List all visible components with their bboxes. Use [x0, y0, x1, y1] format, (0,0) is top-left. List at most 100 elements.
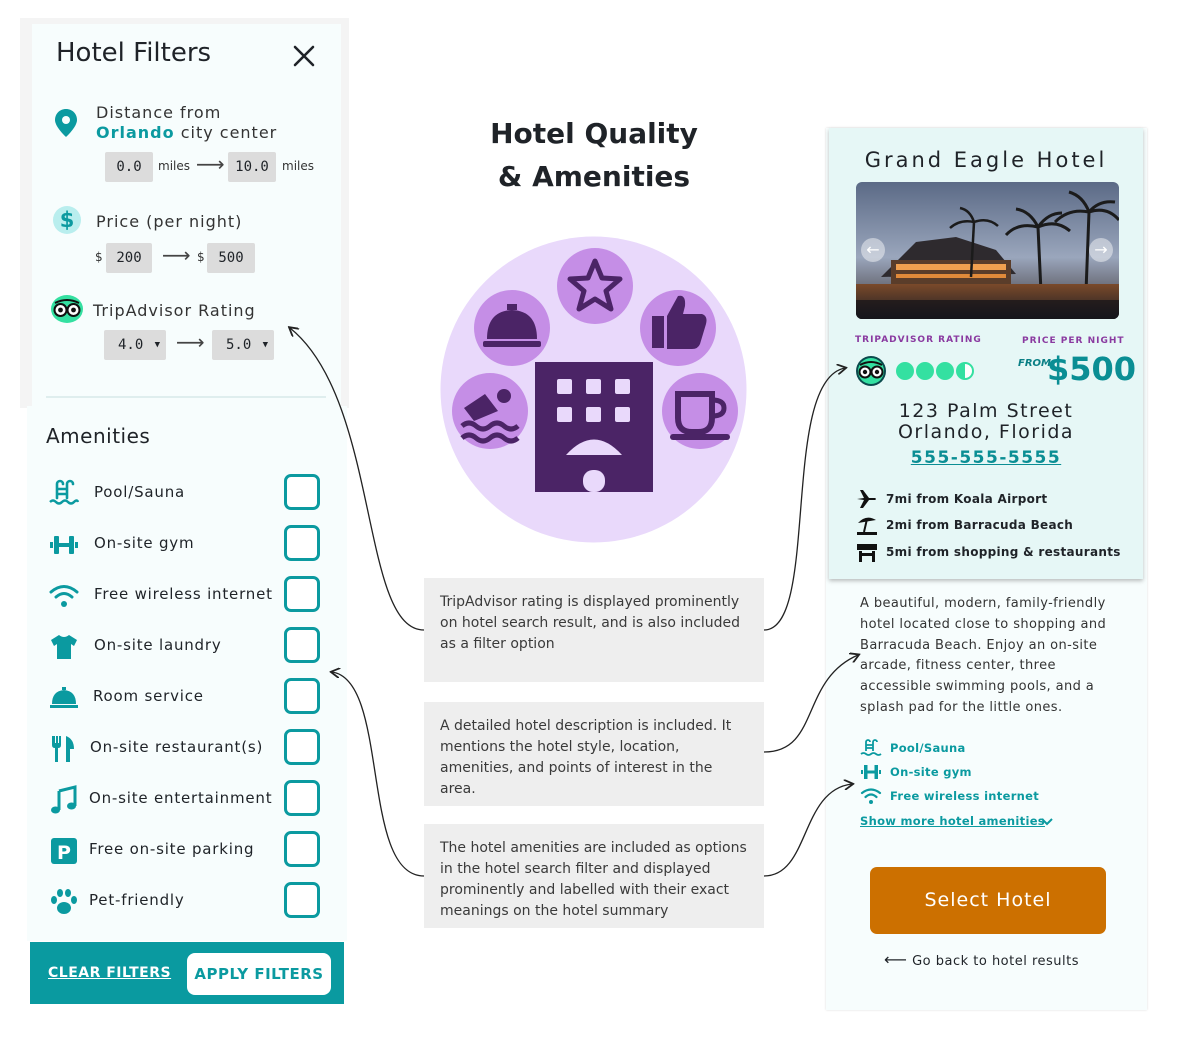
amenity-row-laundry[interactable]: On-site laundry: [48, 627, 326, 667]
pool-icon: [860, 739, 882, 756]
poi-row: 7mi from Koala Airport: [856, 488, 1136, 510]
price-label: Price (per night): [96, 212, 243, 231]
address-line-2: Orlando, Florida: [897, 421, 1075, 443]
shirt-icon: [51, 635, 77, 659]
chevron-down-icon[interactable]: [1040, 816, 1054, 828]
wifi-icon: [860, 788, 882, 804]
amenity-checkbox[interactable]: [284, 576, 320, 612]
hotel-amenity: On-site gym: [860, 762, 1060, 782]
rating-dot: [896, 362, 914, 380]
amenity-label: Free wireless internet: [94, 585, 273, 603]
amenity-checkbox[interactable]: [284, 525, 320, 561]
distance-min-unit: miles: [158, 159, 190, 173]
amenity-row-gym[interactable]: On-site gym: [48, 525, 326, 565]
amenity-row-pool[interactable]: Pool/Sauna: [48, 474, 326, 514]
amenity-row-restaurant[interactable]: On-site restaurant(s): [48, 729, 326, 769]
distance-max-input[interactable]: 10.0: [228, 152, 276, 182]
rating-max-select[interactable]: 5.0 ▼: [212, 330, 274, 360]
poi-row: 5mi from shopping & restaurants: [856, 541, 1136, 563]
amenity-label: Free on-site parking: [89, 840, 255, 858]
room-service-icon: [474, 290, 550, 366]
amenity-checkbox[interactable]: [284, 729, 320, 765]
price-min-input[interactable]: 200: [106, 243, 152, 273]
storefront-icon: [857, 544, 877, 562]
parking-icon: P: [51, 838, 77, 864]
distance-max-unit: miles: [282, 159, 314, 173]
carousel-next-button[interactable]: →: [1089, 238, 1113, 262]
svg-text:P: P: [57, 842, 71, 864]
airplane-icon: [857, 490, 876, 508]
amenity-row-wifi[interactable]: Free wireless internet: [48, 576, 326, 616]
rating-dot: [916, 362, 934, 380]
rating-dot: [936, 362, 954, 380]
hotel-photo-carousel[interactable]: ← →: [856, 182, 1119, 319]
amenity-checkbox[interactable]: [284, 780, 320, 816]
hotel-amenity: Pool/Sauna: [860, 738, 1060, 758]
arrow-left-icon: ⟵: [884, 950, 908, 969]
carousel-prev-button[interactable]: ←: [861, 238, 885, 262]
range-arrow: ⟶: [196, 152, 225, 176]
tripadvisor-rating-dots: [896, 362, 974, 380]
hotel-photo: [856, 182, 1119, 319]
amenity-row-parking[interactable]: P Free on-site parking: [48, 831, 326, 871]
amenity-label: Pool/Sauna: [94, 483, 186, 501]
poi-row: 2mi from Barracuda Beach: [856, 514, 1136, 536]
location-pin-icon: [55, 109, 77, 137]
apply-filters-button[interactable]: APPLY FILTERS: [187, 953, 331, 995]
pool-icon: [49, 479, 80, 505]
address-line-1: 123 Palm Street: [898, 400, 1074, 422]
price-max-input[interactable]: 500: [207, 243, 255, 273]
amenity-row-entertainment[interactable]: On-site entertainment: [48, 780, 326, 820]
amenity-checkbox[interactable]: [284, 627, 320, 663]
amenity-checkbox[interactable]: [284, 678, 320, 714]
rating-min-select[interactable]: 4.0 ▼: [104, 330, 166, 360]
distance-label-city: Orlando city center: [96, 123, 278, 142]
show-more-amenities-link[interactable]: Show more hotel amenities: [860, 814, 1045, 828]
hotel-building-icon: [535, 362, 653, 492]
amenity-label: On-site laundry: [94, 636, 222, 654]
utensils-icon: [52, 736, 74, 762]
amenity-row-room-service[interactable]: Room service: [48, 678, 326, 718]
coffee-cup-icon: [662, 373, 738, 449]
svg-text:$: $: [60, 208, 75, 232]
select-hotel-button[interactable]: Select Hotel: [870, 867, 1106, 934]
filter-panel-title: Hotel Filters: [56, 38, 212, 68]
page-title: Hotel Quality & Amenities: [490, 117, 698, 193]
amenity-label: Room service: [93, 687, 204, 705]
range-arrow: ⟶: [176, 330, 205, 354]
close-icon[interactable]: [292, 44, 316, 68]
amenity-checkbox[interactable]: [284, 882, 320, 918]
range-arrow: ⟶: [162, 243, 191, 267]
amenity-row-pets[interactable]: Pet-friendly: [48, 882, 326, 922]
distance-min-input[interactable]: 0.0: [105, 152, 153, 182]
hotel-amenities-illustration: [440, 236, 747, 543]
amenity-label: On-site gym: [94, 534, 195, 552]
dumbbell-icon: [50, 536, 78, 554]
beach-umbrella-icon: [857, 517, 877, 535]
swimming-icon: [452, 373, 528, 449]
price-value: $500: [1047, 350, 1137, 388]
annotation-description: A detailed hotel description is included…: [424, 702, 764, 806]
chevron-down-icon: ▼: [262, 340, 268, 350]
price-max-currency: $: [197, 250, 205, 264]
price-min-currency: $: [95, 250, 103, 264]
tripadvisor-rating-label: TRIPADVISOR RATING: [855, 335, 982, 345]
tripadvisor-owl-icon: [856, 356, 886, 386]
amenities-title: Amenities: [46, 424, 151, 448]
phone-link[interactable]: 555-555-5555: [829, 448, 1143, 468]
amenity-checkbox[interactable]: [284, 831, 320, 867]
price-per-night-label: PRICE PER NIGHT: [1022, 336, 1125, 346]
annotation-amenities: The hotel amenities are included as opti…: [424, 824, 764, 928]
dumbbell-icon: [861, 765, 881, 779]
distance-label: Distance from: [96, 103, 222, 122]
hotel-name: Grand Eagle Hotel: [864, 148, 1108, 172]
clear-filters-link[interactable]: CLEAR FILTERS: [48, 965, 171, 981]
amenity-label: On-site entertainment: [89, 789, 273, 807]
wifi-icon: [49, 585, 79, 607]
amenity-label: Pet-friendly: [89, 891, 185, 909]
annotation-rating: TripAdvisor rating is displayed prominen…: [424, 578, 764, 682]
thumbs-up-icon: [640, 290, 716, 366]
bell-icon: [50, 687, 78, 708]
amenity-checkbox[interactable]: [284, 474, 320, 510]
go-back-link[interactable]: ⟵ Go back to hotel results: [884, 950, 1079, 969]
